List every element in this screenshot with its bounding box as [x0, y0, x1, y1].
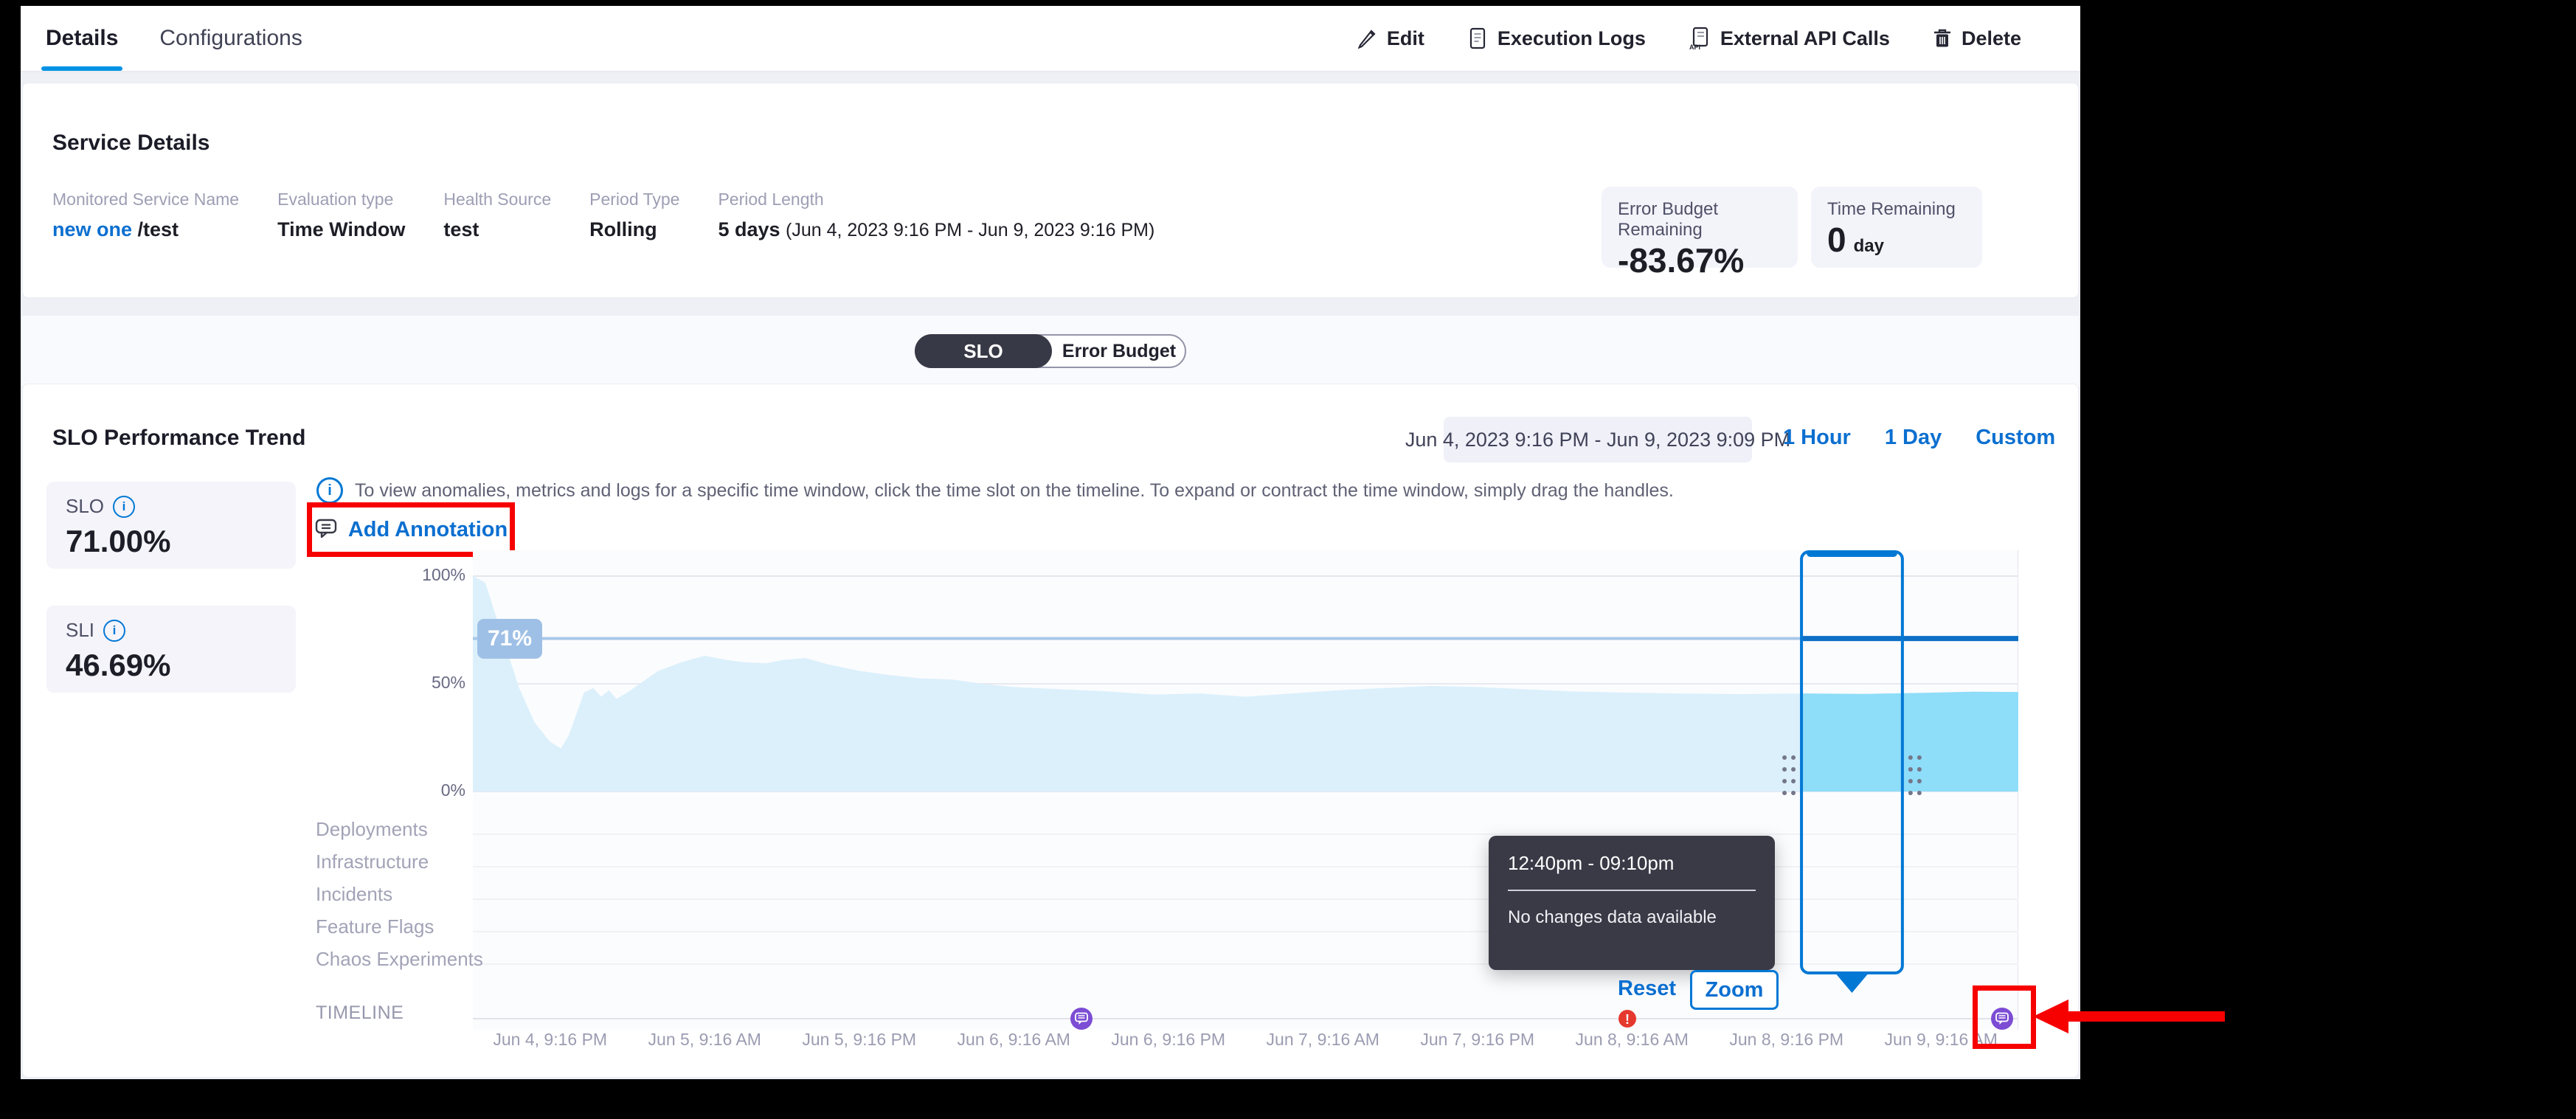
screenshot-root: { "header": { "tabs": [ {"label": "Detai… — [0, 0, 2576, 1119]
range-custom-link[interactable]: Custom — [1976, 426, 2055, 450]
toggle-option-error-budget[interactable]: Error Budget — [1052, 334, 1186, 368]
slo-info-icon[interactable]: i — [113, 496, 135, 518]
execution-logs-label: Execution Logs — [1498, 27, 1646, 50]
row-label-chaos-experiments: Chaos Experiments — [316, 948, 483, 971]
x-axis-label: Jun 6, 9:16 AM — [937, 1030, 1092, 1050]
tooltip-divider — [1508, 890, 1756, 891]
execution-logs-button[interactable]: Execution Logs — [1467, 27, 1646, 50]
delete-label: Delete — [1962, 27, 2021, 50]
error-budget-remaining-value: -83.67% — [1618, 242, 1782, 280]
range-1-hour-link[interactable]: 1 Hour — [1783, 426, 1851, 450]
row-label-deployments: Deployments — [316, 818, 428, 841]
x-axis-label: Jun 7, 9:16 AM — [1246, 1030, 1401, 1050]
service-details-title: Service Details — [23, 83, 2078, 156]
edit-button[interactable]: Edit — [1357, 27, 1424, 50]
external-api-calls-label: External API Calls — [1720, 27, 1890, 50]
y-tick-0: 0% — [399, 780, 465, 800]
service-details-card: Service Details Monitored Service Name n… — [22, 83, 2079, 298]
y-tick-50: 50% — [399, 673, 465, 693]
time-remaining-value: 0 — [1827, 221, 1846, 259]
x-axis-label: Jun 5, 9:16 PM — [782, 1030, 937, 1050]
row-label-feature-flags: Feature Flags — [316, 915, 434, 938]
sli-info-icon[interactable]: i — [103, 620, 125, 642]
tab-configurations[interactable]: Configurations — [159, 6, 302, 71]
sli-kpi-card: SLI i 46.69% — [46, 606, 296, 693]
annotation-marker-highlight-box — [1973, 985, 2036, 1049]
slo-kpi-card: SLO i 71.00% — [46, 482, 296, 569]
trash-icon — [1933, 28, 1952, 49]
page-header: Details Configurations Edit Execution Lo… — [21, 6, 2080, 72]
sli-kpi-label: SLI — [66, 619, 94, 642]
app-window: Details Configurations Edit Execution Lo… — [21, 6, 2080, 1079]
row-label-infrastructure: Infrastructure — [316, 850, 429, 873]
field-period-length: Period Length 5 days (Jun 4, 2023 9:16 P… — [718, 190, 1154, 241]
x-axis-label: Jun 6, 9:16 PM — [1091, 1030, 1246, 1050]
timeslot-tooltip: 12:40pm - 09:10pm No changes data availa… — [1489, 836, 1775, 970]
red-arrow-icon — [2033, 1000, 2068, 1033]
x-axis-label: Jun 7, 9:16 PM — [1400, 1030, 1555, 1050]
x-axis-label: Jun 4, 9:16 PM — [473, 1030, 628, 1050]
info-icon: i — [316, 477, 343, 504]
target-value-badge: 71% — [477, 619, 542, 659]
external-api-calls-button[interactable]: API External API Calls — [1689, 27, 1890, 50]
tooltip-time-range: 12:40pm - 09:10pm — [1508, 852, 1756, 875]
annotation-bubble-icon — [314, 517, 338, 543]
x-axis-label: Jun 8, 9:16 AM — [1555, 1030, 1710, 1050]
date-range-chip[interactable]: Jun 4, 2023 9:16 PM - Jun 9, 2023 9:09 P… — [1444, 417, 1752, 463]
add-annotation-button[interactable]: Add Annotation — [348, 518, 508, 542]
slo-kpi-value: 71.00% — [66, 524, 277, 559]
row-label-incidents: Incidents — [316, 883, 392, 906]
reset-button[interactable]: Reset — [1618, 977, 1676, 1001]
field-monitored-service-name: Monitored Service Name new one /test — [52, 190, 239, 241]
add-annotation-highlight-box: Add Annotation — [307, 502, 515, 557]
y-tick-100: 100% — [399, 565, 465, 585]
sli-kpi-value: 46.69% — [66, 648, 277, 683]
annotation-marker-icon[interactable] — [1070, 1008, 1093, 1030]
field-health-source: Health Source test — [443, 190, 551, 241]
slo-kpi-label: SLO — [66, 495, 104, 518]
trend-title: SLO Performance Trend — [52, 426, 305, 451]
info-banner: i To view anomalies, metrics and logs fo… — [316, 477, 1674, 504]
pencil-icon — [1357, 28, 1377, 49]
range-links: 1 Hour 1 Day Custom — [1783, 426, 2055, 450]
tab-bar: Details Configurations — [21, 6, 302, 71]
field-period-type: Period Type Rolling — [589, 190, 679, 241]
range-1-day-link[interactable]: 1 Day — [1885, 426, 1942, 450]
edit-label: Edit — [1387, 27, 1424, 50]
header-actions: Edit Execution Logs API External API Cal… — [1357, 27, 2080, 50]
svg-text:API: API — [1689, 44, 1700, 50]
slo-performance-trend-card: SLO Performance Trend Jun 4, 2023 9:16 P… — [22, 384, 2079, 1078]
delete-button[interactable]: Delete — [1933, 27, 2021, 50]
tooltip-message: No changes data available — [1508, 907, 1756, 928]
toggle-option-slo[interactable]: SLO — [915, 334, 1052, 368]
red-arrow-shaft — [2067, 1011, 2225, 1022]
zoom-button[interactable]: Zoom — [1690, 970, 1779, 1010]
monitored-service-link[interactable]: new one — [52, 218, 132, 240]
trend-chart-svg: ! — [473, 550, 2018, 1030]
view-toggle-band: SLO Error Budget — [22, 316, 2079, 387]
row-label-timeline: TIMELINE — [316, 1002, 404, 1024]
x-axis-label: Jun 8, 9:16 PM — [1709, 1030, 1864, 1050]
time-remaining-box: Time Remaining 0 day — [1811, 187, 1982, 268]
slo-trend-chart: 100% 50% 0% — [473, 550, 2018, 1030]
slo-errorbudget-toggle: SLO Error Budget — [915, 334, 1186, 368]
x-axis-labels: Jun 4, 9:16 PMJun 5, 9:16 AMJun 5, 9:16 … — [473, 1030, 2018, 1050]
x-axis-label: Jun 5, 9:16 AM — [628, 1030, 783, 1050]
field-evaluation-type: Evaluation type Time Window — [277, 190, 405, 241]
svg-text:!: ! — [1625, 1012, 1630, 1027]
error-budget-remaining-box: Error Budget Remaining -83.67% — [1602, 187, 1798, 268]
error-marker-icon[interactable]: ! — [1618, 1010, 1636, 1028]
tab-details[interactable]: Details — [46, 6, 118, 71]
document-icon — [1467, 27, 1488, 49]
api-document-icon: API — [1689, 27, 1711, 50]
